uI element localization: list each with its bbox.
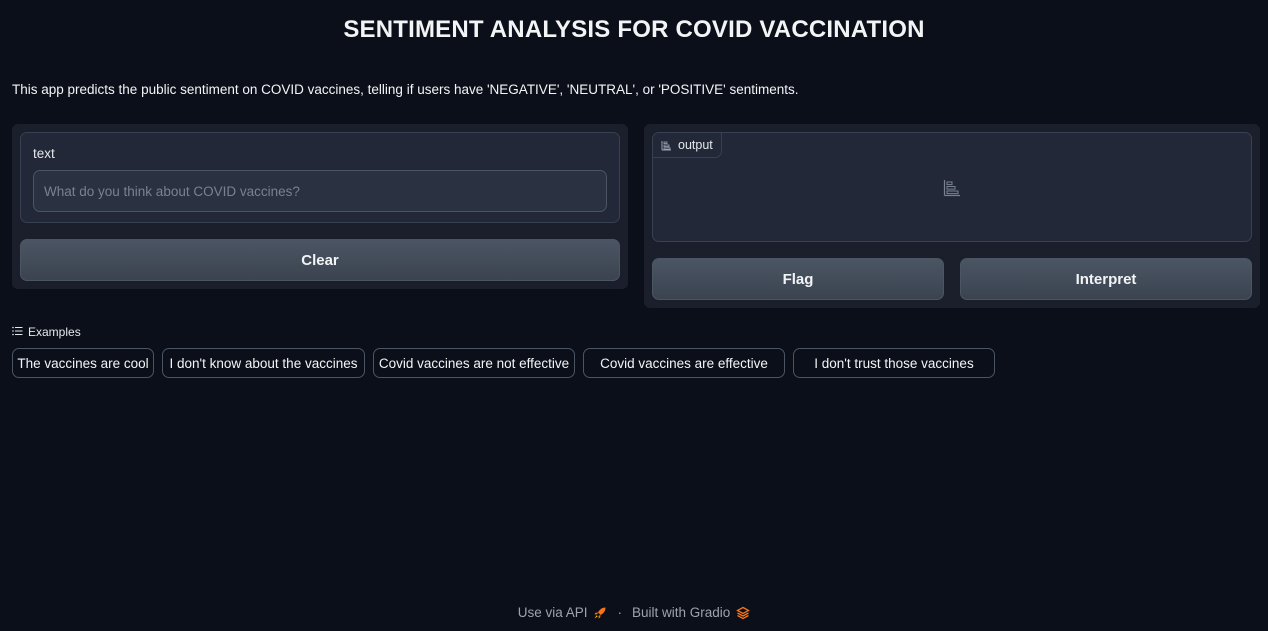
example-item[interactable]: I don't trust those vaccines: [793, 348, 995, 378]
list-icon: [12, 325, 23, 339]
rocket-icon: [593, 606, 607, 620]
app-page: SENTIMENT ANALYSIS FOR COVID VACCINATION…: [0, 0, 1268, 631]
use-via-api-link[interactable]: Use via API: [518, 605, 588, 620]
app-description: This app predicts the public sentiment o…: [12, 82, 799, 97]
interpret-button[interactable]: Interpret: [960, 258, 1252, 300]
empty-output-chart-icon: [943, 179, 961, 202]
output-panel: output Flag Interpret: [644, 124, 1260, 308]
clear-button[interactable]: Clear: [20, 239, 620, 281]
examples-label: Examples: [28, 325, 81, 339]
built-with-gradio-label: Built with Gradio: [631, 605, 731, 620]
input-panel: text Clear: [12, 124, 628, 289]
footer: Use via API · Built with Gradio: [0, 605, 1268, 620]
examples-header: Examples: [12, 325, 81, 339]
use-via-api-label: Use via API: [517, 605, 588, 620]
example-item[interactable]: Covid vaccines are effective: [583, 348, 785, 378]
bar-chart-icon: [661, 140, 672, 151]
built-with-gradio-link[interactable]: Built with Gradio: [632, 605, 730, 620]
output-label: output: [678, 138, 713, 152]
page-title: SENTIMENT ANALYSIS FOR COVID VACCINATION: [343, 16, 925, 43]
example-item[interactable]: I don't know about the vaccines: [162, 348, 365, 378]
footer-separator: ·: [617, 605, 622, 620]
examples-list: The vaccines are cool I don't know about…: [12, 348, 995, 378]
output-label-tag: output: [653, 133, 722, 158]
output-block: output: [652, 132, 1252, 242]
text-input[interactable]: [33, 170, 607, 212]
text-input-block: text: [20, 132, 620, 223]
example-item[interactable]: The vaccines are cool: [12, 348, 154, 378]
example-item[interactable]: Covid vaccines are not effective: [373, 348, 575, 378]
gradio-logo-icon: [736, 606, 751, 620]
text-input-label: text: [33, 146, 55, 161]
flag-button[interactable]: Flag: [652, 258, 944, 300]
